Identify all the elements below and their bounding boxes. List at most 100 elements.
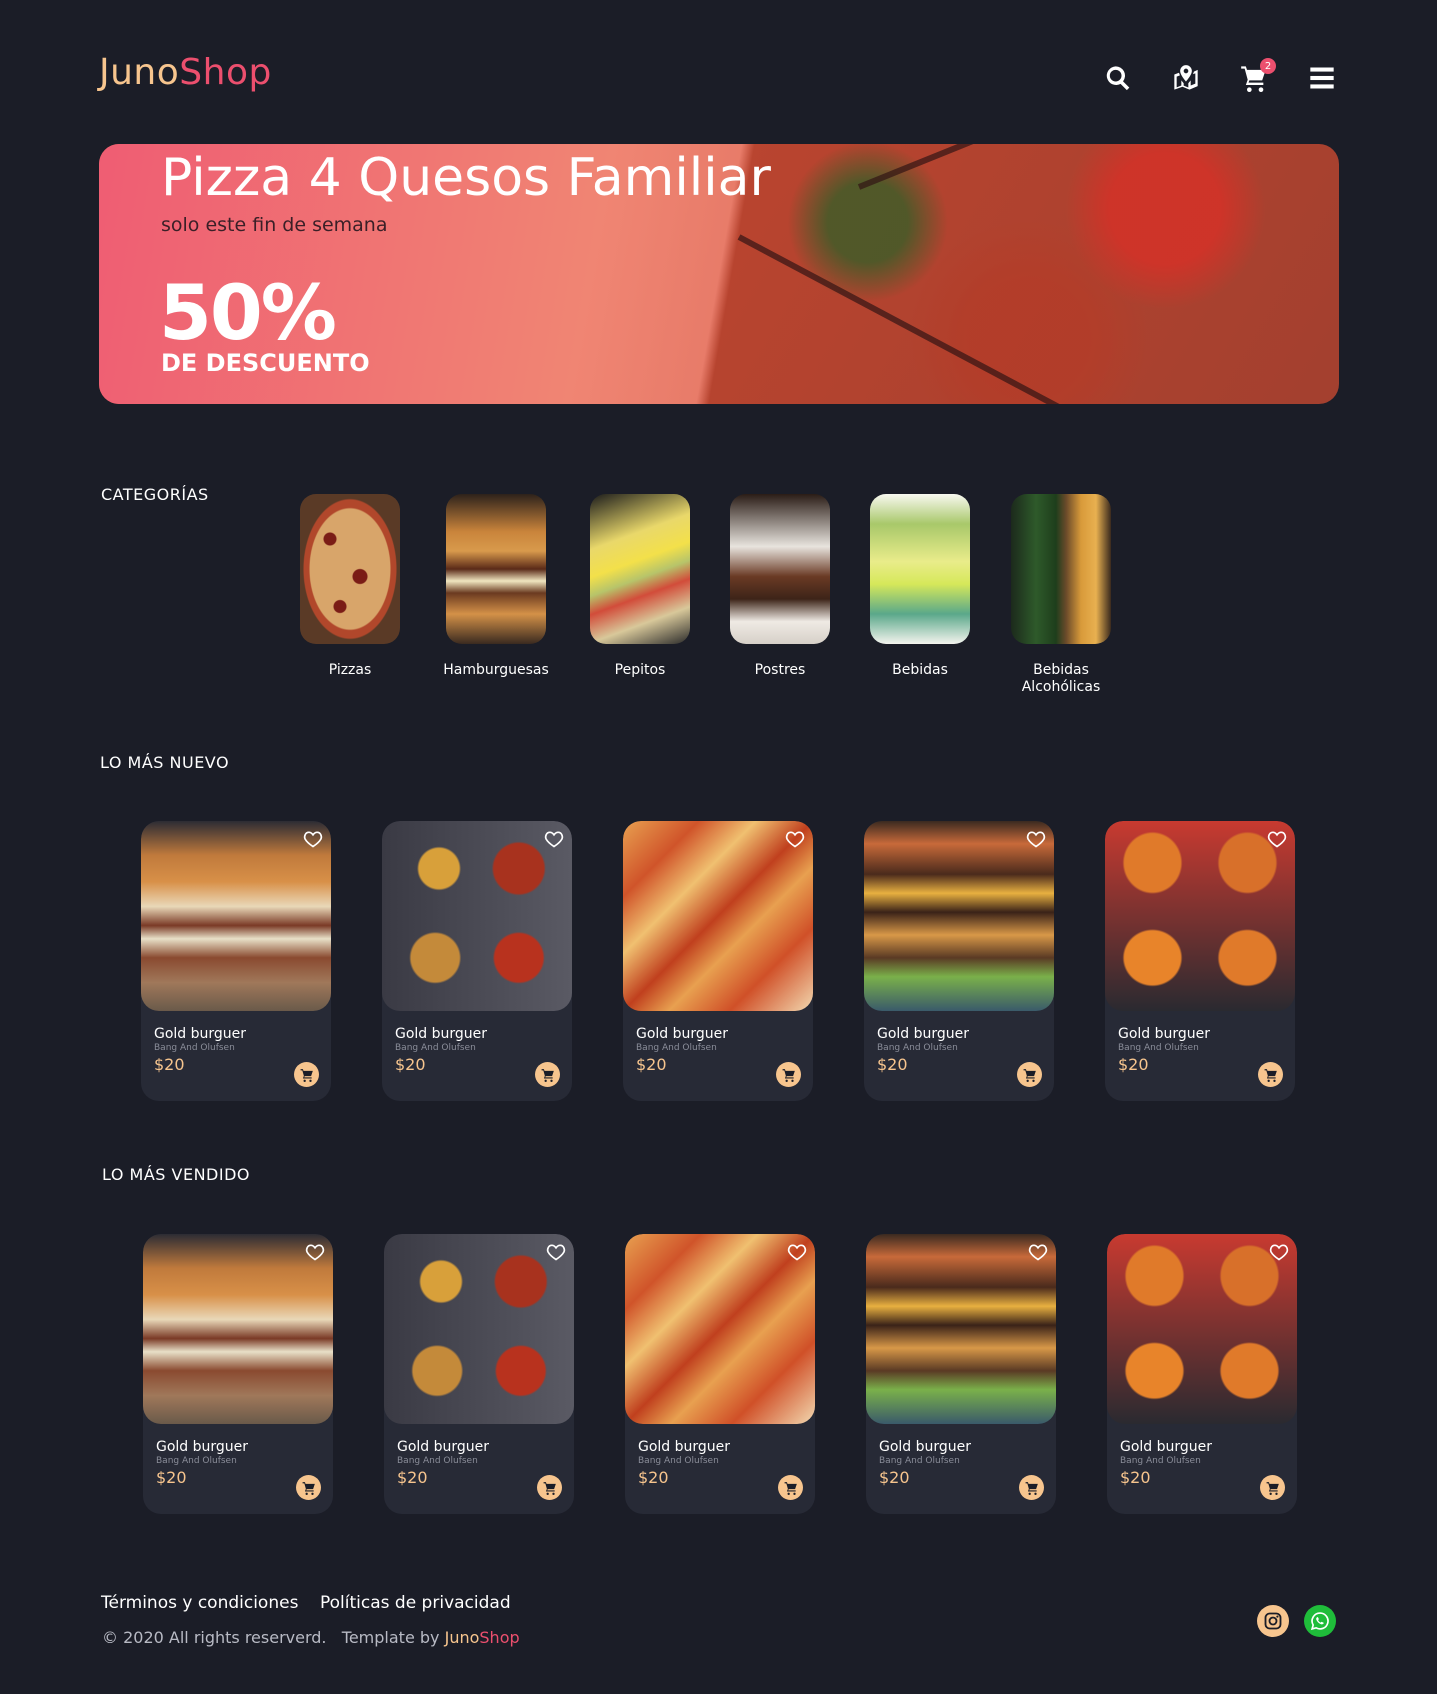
product-price: $20: [1118, 1055, 1149, 1074]
product-brand: Bang And Olufsen: [156, 1456, 237, 1466]
copyright-text: © 2020 All rights reserverd.: [102, 1628, 327, 1647]
product-card[interactable]: Gold burguer Bang And Olufsen $20: [866, 1234, 1056, 1514]
favorite-button[interactable]: [546, 1242, 566, 1262]
category-label: Bebidas: [892, 662, 948, 678]
product-name: Gold burguer: [636, 1026, 729, 1042]
category-pizzas[interactable]: Pizzas: [290, 494, 410, 679]
shopping-cart-icon: [541, 1068, 554, 1082]
add-to-cart-button[interactable]: [1258, 1062, 1283, 1087]
add-to-cart-button[interactable]: [1017, 1062, 1042, 1087]
favorite-button[interactable]: [787, 1242, 807, 1262]
favorite-button[interactable]: [785, 829, 805, 849]
product-brand: Bang And Olufsen: [877, 1043, 958, 1053]
footer-brand-part2: Shop: [479, 1628, 520, 1647]
favorite-button[interactable]: [544, 829, 564, 849]
favorite-button[interactable]: [305, 1242, 325, 1262]
banner-title: Pizza 4 Quesos Familiar: [161, 148, 771, 208]
product-price: $20: [1120, 1468, 1151, 1487]
search-button[interactable]: [1102, 62, 1134, 94]
category-image: [870, 494, 970, 644]
banner-percent: 50%: [159, 268, 337, 357]
favorite-button[interactable]: [303, 829, 323, 849]
category-pepitos[interactable]: Pepitos: [580, 494, 700, 679]
product-price: $20: [395, 1055, 426, 1074]
category-bebidas[interactable]: Bebidas: [860, 494, 980, 679]
instagram-button[interactable]: [1257, 1605, 1289, 1637]
category-image: [730, 494, 830, 644]
product-card[interactable]: Gold burguer Bang And Olufsen $20: [864, 821, 1054, 1101]
header-actions: 2: [1102, 58, 1338, 94]
add-to-cart-button[interactable]: [296, 1475, 321, 1500]
heart-icon: [303, 831, 323, 848]
category-label: Pepitos: [614, 662, 666, 678]
product-name: Gold burguer: [1120, 1439, 1213, 1455]
product-card[interactable]: Gold burguer Bang And Olufsen $20: [141, 821, 331, 1101]
add-to-cart-button[interactable]: [776, 1062, 801, 1087]
hamburger-menu-icon: [1310, 67, 1334, 89]
category-label: Bebidas Alcohólicas: [1021, 662, 1101, 695]
product-brand: Bang And Olufsen: [879, 1456, 960, 1466]
heart-icon: [1267, 831, 1287, 848]
favorite-button[interactable]: [1269, 1242, 1289, 1262]
favorite-button[interactable]: [1267, 829, 1287, 849]
banner-discount-label: DE DESCUENTO: [161, 349, 370, 377]
heart-icon: [305, 1244, 325, 1261]
product-name: Gold burguer: [638, 1439, 731, 1455]
heart-icon: [785, 831, 805, 848]
product-card[interactable]: Gold burguer Bang And Olufsen $20: [1107, 1234, 1297, 1514]
add-to-cart-button[interactable]: [1260, 1475, 1285, 1500]
product-card[interactable]: Gold burguer Bang And Olufsen $20: [143, 1234, 333, 1514]
product-image: [623, 821, 813, 1011]
terms-link[interactable]: Términos y condiciones: [101, 1593, 298, 1613]
product-brand: Bang And Olufsen: [397, 1456, 478, 1466]
product-name: Gold burguer: [879, 1439, 972, 1455]
product-price: $20: [879, 1468, 910, 1487]
add-to-cart-button[interactable]: [778, 1475, 803, 1500]
map-button[interactable]: [1170, 62, 1202, 94]
cart-count-badge: 2: [1260, 58, 1276, 74]
map-location-icon: [1174, 65, 1198, 90]
shopping-cart-icon: [1266, 1481, 1279, 1495]
shopping-cart-icon: [300, 1068, 313, 1082]
category-hamburguesas[interactable]: Hamburguesas: [436, 494, 556, 679]
menu-button[interactable]: [1306, 62, 1338, 94]
category-bebidas-alcoholicas[interactable]: Bebidas Alcohólicas: [1001, 494, 1121, 696]
product-brand: Bang And Olufsen: [638, 1456, 719, 1466]
category-image: [590, 494, 690, 644]
product-card[interactable]: Gold burguer Bang And Olufsen $20: [623, 821, 813, 1101]
privacy-link[interactable]: Políticas de privacidad: [320, 1593, 511, 1613]
add-to-cart-button[interactable]: [535, 1062, 560, 1087]
category-postres[interactable]: Postres: [720, 494, 840, 679]
instagram-icon: [1264, 1612, 1282, 1630]
search-icon: [1106, 66, 1130, 91]
favorite-button[interactable]: [1028, 1242, 1048, 1262]
shopping-cart-icon: [543, 1481, 556, 1495]
product-card[interactable]: Gold burguer Bang And Olufsen $20: [1105, 821, 1295, 1101]
product-brand: Bang And Olufsen: [636, 1043, 717, 1053]
newest-title: LO MÁS NUEVO: [100, 753, 230, 772]
banner-subtitle: solo este fin de semana: [161, 214, 388, 236]
cart-button[interactable]: 2: [1238, 58, 1276, 94]
shopping-cart-icon: [784, 1481, 797, 1495]
product-price: $20: [154, 1055, 185, 1074]
product-name: Gold burguer: [395, 1026, 488, 1042]
category-image: [300, 494, 400, 644]
category-label: Postres: [754, 662, 806, 678]
product-card[interactable]: Gold burguer Bang And Olufsen $20: [384, 1234, 574, 1514]
add-to-cart-button[interactable]: [1019, 1475, 1044, 1500]
brand-logo[interactable]: JunoShop: [99, 52, 272, 93]
favorite-button[interactable]: [1026, 829, 1046, 849]
add-to-cart-button[interactable]: [537, 1475, 562, 1500]
product-card[interactable]: Gold burguer Bang And Olufsen $20: [625, 1234, 815, 1514]
category-label: Hamburguesas: [443, 662, 549, 678]
promo-banner[interactable]: Pizza 4 Quesos Familiar solo este fin de…: [99, 144, 1339, 404]
heart-icon: [544, 831, 564, 848]
product-price: $20: [156, 1468, 187, 1487]
whatsapp-button[interactable]: [1304, 1605, 1336, 1637]
shopping-cart-icon: [1264, 1068, 1277, 1082]
product-card[interactable]: Gold burguer Bang And Olufsen $20: [382, 821, 572, 1101]
product-image: [382, 821, 572, 1011]
product-image: [625, 1234, 815, 1424]
shopping-cart-icon: [302, 1481, 315, 1495]
add-to-cart-button[interactable]: [294, 1062, 319, 1087]
